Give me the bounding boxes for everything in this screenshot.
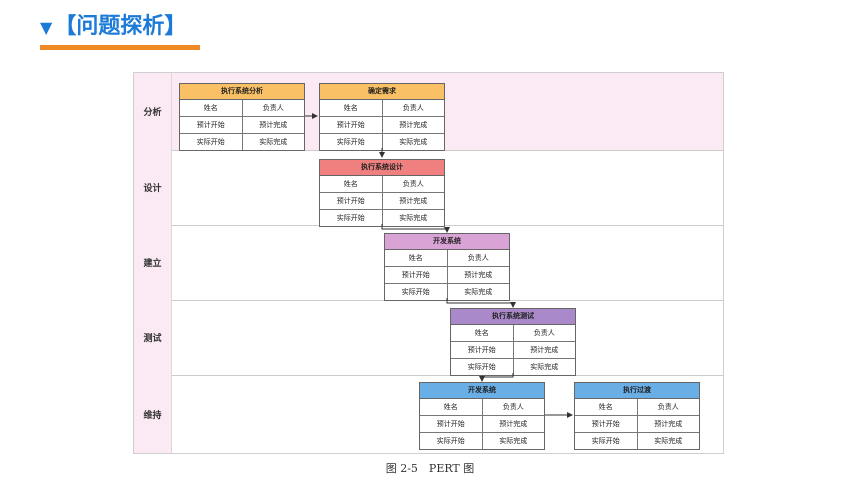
node-develop-system: 开发系统 姓名 负责人 预计开始 预计完成 实际开始 实际完成 bbox=[384, 233, 510, 301]
node-title: 开发系统 bbox=[385, 234, 509, 250]
owner-label: 负责人 bbox=[262, 104, 284, 112]
owner-label: 负责人 bbox=[467, 254, 489, 262]
owner-label: 负责人 bbox=[657, 403, 679, 411]
actual-start-label: 实际开始 bbox=[451, 359, 514, 375]
actual-start-label: 实际开始 bbox=[320, 210, 383, 226]
actual-end-label: 实际完成 bbox=[399, 138, 428, 146]
plan-end-label: 预计完成 bbox=[530, 346, 559, 354]
lane-label: 测试 bbox=[134, 300, 172, 375]
plan-start-label: 预计开始 bbox=[320, 117, 383, 133]
node-title: 执行系统设计 bbox=[320, 160, 444, 176]
actual-start-label: 实际开始 bbox=[385, 284, 448, 300]
actual-end-label: 实际完成 bbox=[530, 363, 559, 371]
owner-label: 负责人 bbox=[533, 329, 555, 337]
plan-end-label: 预计完成 bbox=[259, 121, 288, 129]
actual-end-label: 实际完成 bbox=[464, 288, 493, 296]
actual-start-label: 实际开始 bbox=[320, 134, 383, 150]
plan-start-label: 预计开始 bbox=[180, 117, 243, 133]
node-transition: 执行过渡 姓名 负责人 预计开始 预计完成 实际开始 实际完成 bbox=[574, 382, 700, 450]
node-title: 确定需求 bbox=[320, 84, 444, 100]
name-label: 姓名 bbox=[575, 399, 638, 415]
node-system-test: 执行系统测试 姓名 负责人 预计开始 预计完成 实际开始 实际完成 bbox=[450, 308, 576, 376]
lane-body bbox=[172, 150, 723, 225]
actual-start-label: 实际开始 bbox=[575, 433, 638, 449]
node-system-analysis: 执行系统分析 姓名 负责人 预计开始 预计完成 实际开始 实际完成 bbox=[179, 83, 305, 151]
plan-start-label: 预计开始 bbox=[320, 193, 383, 209]
owner-label: 负责人 bbox=[402, 180, 424, 188]
section-title-text: 【问题探析】 bbox=[54, 14, 187, 39]
actual-start-label: 实际开始 bbox=[420, 433, 483, 449]
lane-label: 建立 bbox=[134, 225, 172, 300]
title-underline bbox=[40, 45, 200, 50]
lane-label: 设计 bbox=[134, 150, 172, 225]
name-label: 姓名 bbox=[320, 176, 383, 192]
lane-test: 测试 bbox=[134, 300, 723, 376]
plan-start-label: 预计开始 bbox=[385, 267, 448, 283]
section-title: ▼【问题探析】 bbox=[40, 12, 186, 43]
actual-end-label: 实际完成 bbox=[654, 437, 683, 445]
plan-end-label: 预计完成 bbox=[399, 121, 428, 129]
lane-label: 分析 bbox=[134, 73, 172, 150]
node-system-design: 执行系统设计 姓名 负责人 预计开始 预计完成 实际开始 实际完成 bbox=[319, 159, 445, 227]
plan-start-label: 预计开始 bbox=[451, 342, 514, 358]
plan-end-label: 预计完成 bbox=[399, 197, 428, 205]
name-label: 姓名 bbox=[180, 100, 243, 116]
plan-start-label: 预计开始 bbox=[420, 416, 483, 432]
actual-end-label: 实际完成 bbox=[399, 214, 428, 222]
plan-end-label: 预计完成 bbox=[654, 420, 683, 428]
actual-start-label: 实际开始 bbox=[180, 134, 243, 150]
triangle-icon: ▼ bbox=[40, 18, 53, 37]
owner-label: 负责人 bbox=[502, 403, 524, 411]
name-label: 姓名 bbox=[451, 325, 514, 341]
node-develop-system-2: 开发系统 姓名 负责人 预计开始 预计完成 实际开始 实际完成 bbox=[419, 382, 545, 450]
node-title: 执行系统分析 bbox=[180, 84, 304, 100]
plan-end-label: 预计完成 bbox=[499, 420, 528, 428]
plan-start-label: 预计开始 bbox=[575, 416, 638, 432]
node-title: 执行过渡 bbox=[575, 383, 699, 399]
node-title: 开发系统 bbox=[420, 383, 544, 399]
figure-caption: 图 2-5 PERT 图 bbox=[385, 462, 475, 475]
name-label: 姓名 bbox=[385, 250, 448, 266]
lane-body bbox=[172, 300, 723, 375]
owner-label: 负责人 bbox=[402, 104, 424, 112]
plan-end-label: 预计完成 bbox=[464, 271, 493, 279]
node-title: 执行系统测试 bbox=[451, 309, 575, 325]
actual-end-label: 实际完成 bbox=[259, 138, 288, 146]
node-requirements: 确定需求 姓名 负责人 预计开始 预计完成 实际开始 实际完成 bbox=[319, 83, 445, 151]
pert-diagram: 分析 设计 建立 测试 维持 执行系统分析 姓名 负责人 预计开始 预计完成 实际开… bbox=[133, 72, 724, 454]
name-label: 姓名 bbox=[420, 399, 483, 415]
actual-end-label: 实际完成 bbox=[499, 437, 528, 445]
name-label: 姓名 bbox=[320, 100, 383, 116]
lane-label: 维持 bbox=[134, 375, 172, 453]
